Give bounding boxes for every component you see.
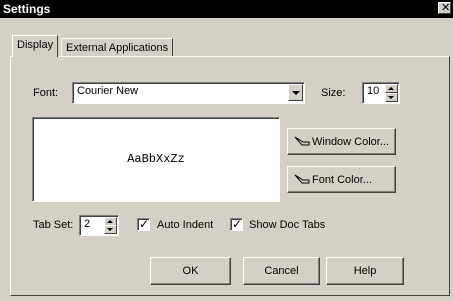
paint-brush-icon [294,174,310,184]
size-spinbox[interactable]: 10 [362,82,400,104]
arrow-up-icon [107,220,113,223]
font-dropdown-button[interactable] [288,84,303,101]
font-value: Courier New [77,85,139,97]
chevron-down-icon [292,91,300,95]
cancel-button[interactable]: Cancel [243,257,320,285]
arrow-down-icon [388,96,394,99]
window-color-button[interactable]: Window Color... [287,128,396,155]
tab-set-label: Tab Set: [33,219,73,231]
close-icon: ✕ [441,2,451,14]
tab-set-value: 2 [84,218,91,230]
help-button[interactable]: Help [326,257,404,285]
font-label: Font: [33,87,58,99]
font-combobox[interactable]: Courier New [72,82,305,104]
tab-set-spinbox[interactable]: 2 [79,215,119,236]
settings-window: Settings ✕ Display External Applications… [0,0,453,301]
font-label-text: Font: [33,87,59,99]
help-label: Help [353,265,377,277]
show-doc-tabs-checkbox[interactable]: ✓ [230,217,243,231]
show-doc-tabs-label: Show Doc Tabs [249,219,326,231]
paint-brush-icon [294,136,310,146]
font-color-button[interactable]: Font Color... [287,166,396,193]
title-bar[interactable]: Settings ✕ [0,0,453,18]
size-spin-up-button[interactable] [385,84,398,93]
font-preview-box: AaBbXxZz [32,117,280,202]
tab-external-applications-label: External Applications [66,42,169,54]
ok-label: OK [182,265,199,277]
checkmark-icon: ✓ [232,217,243,231]
font-color-label: Font Color... [312,174,372,186]
size-label: Size: [321,87,345,99]
preview-sample-text: AaBbXxZz [127,152,185,166]
tab-display-label: Display [17,39,54,51]
tab-set-label-text: Tab Set: [33,219,74,231]
window-color-label: Window Color... [312,136,390,148]
size-value: 10 [367,85,380,97]
tab-display[interactable]: Display [12,35,59,57]
tab-set-spin-down-button[interactable] [104,225,117,234]
ok-button[interactable]: OK [150,257,231,285]
close-button[interactable]: ✕ [438,2,451,14]
window-title: Settings [3,2,51,16]
arrow-up-icon [388,87,394,90]
cancel-label: Cancel [264,265,299,277]
tab-external-applications[interactable]: External Applications [61,38,174,57]
auto-indent-label: Auto Indent [157,219,214,231]
size-label-text: Size: [321,87,346,99]
auto-indent-checkbox[interactable]: ✓ [137,217,150,231]
checkmark-icon: ✓ [139,217,150,231]
arrow-down-icon [107,228,113,231]
size-spin-down-button[interactable] [385,93,398,102]
